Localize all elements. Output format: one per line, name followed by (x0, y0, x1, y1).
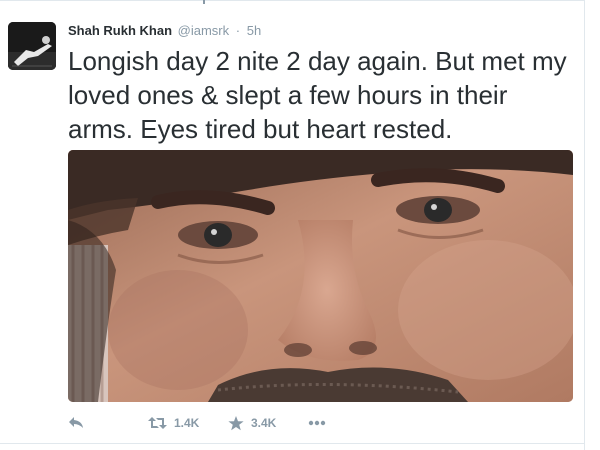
favorite-count: 3.4K (251, 416, 277, 430)
favorite-button[interactable]: 3.4K (228, 414, 276, 432)
header-separator: · (235, 23, 241, 38)
retweet-icon (148, 416, 167, 430)
author-display-name[interactable]: Shah Rukh Khan (68, 23, 172, 38)
retweet-count: 1.4K (174, 416, 200, 430)
reply-button[interactable] (68, 414, 84, 432)
more-icon (308, 420, 326, 426)
top-divider (0, 0, 584, 1)
tweet-header: Shah Rukh Khan @iamsrk · 5h (68, 22, 261, 40)
retweet-button[interactable]: 1.4K (148, 414, 199, 432)
selfie-photo-icon (68, 150, 573, 402)
tweet-timestamp[interactable]: 5h (247, 23, 261, 38)
scroll-marker (203, 0, 205, 4)
profile-photo-icon (8, 22, 56, 70)
tweet-divider (0, 443, 584, 444)
tweet-photo[interactable] (68, 150, 573, 402)
more-button[interactable] (308, 414, 326, 432)
avatar[interactable] (8, 22, 56, 70)
timeline-right-border (584, 0, 585, 450)
author-username[interactable]: @iamsrk (178, 23, 229, 38)
tweet-text: Longish day 2 nite 2 day again. But met … (68, 46, 567, 144)
star-icon (228, 415, 244, 431)
reply-icon (68, 416, 84, 430)
